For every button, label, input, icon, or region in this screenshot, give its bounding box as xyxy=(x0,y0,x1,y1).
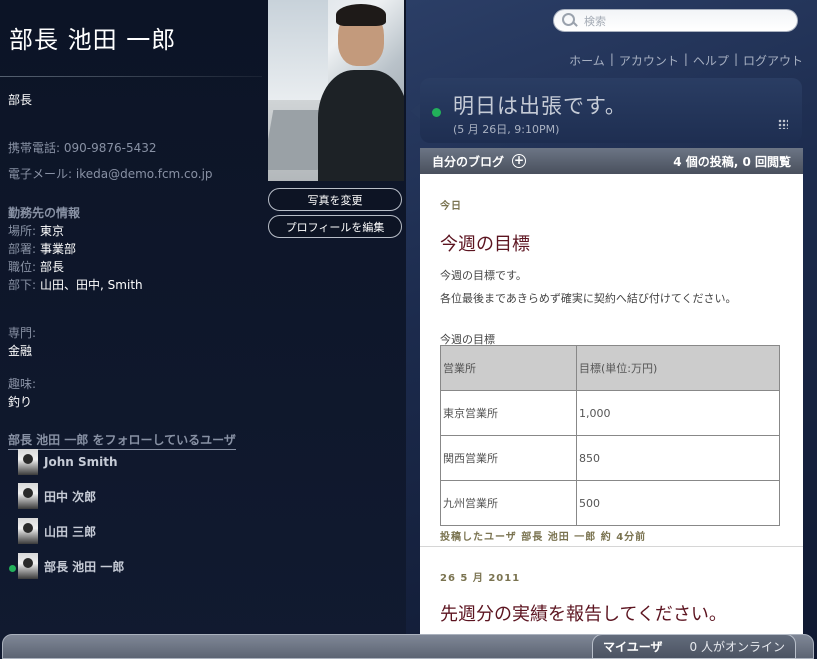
work-subordinates-value: 山田、田中, Smith xyxy=(40,278,143,292)
profile-photo xyxy=(268,0,404,181)
table-cell: 東京営業所 xyxy=(440,390,577,436)
table-cell: 850 xyxy=(576,435,780,481)
specialty-label: 専門: xyxy=(8,326,37,340)
my-users-tab[interactable]: マイユーザ 0 人がオンライン xyxy=(592,634,796,659)
hobby-label: 趣味: xyxy=(8,377,37,391)
post-title[interactable]: 今週の目標 xyxy=(440,230,530,256)
work-location-value: 東京 xyxy=(40,224,65,238)
work-subordinates: 部下: 山田、田中, Smith xyxy=(8,276,143,293)
online-status-icon xyxy=(9,565,16,572)
online-count: 0 人がオンライン xyxy=(689,640,785,654)
edit-profile-button[interactable]: プロフィールを編集 xyxy=(268,215,402,238)
post-text-line: 各位最後まであきらめず確実に契約へ結び付けてください。 xyxy=(440,292,737,305)
blog-title-group: 自分のブログ + xyxy=(432,153,527,170)
table-cell: 500 xyxy=(576,480,780,526)
resize-grip-icon[interactable] xyxy=(778,119,788,129)
specialty-value: 金融 xyxy=(8,344,33,358)
nav-help-link[interactable]: ヘルプ xyxy=(693,52,729,69)
my-users-label[interactable]: マイユーザ xyxy=(603,638,663,655)
post-date: 今日 xyxy=(440,201,462,212)
table-header-cell: 目標(単位:万円) xyxy=(576,345,780,391)
follower-name[interactable]: 部長 池田 一郎 xyxy=(44,558,124,575)
mobile-label: 携帯電話: xyxy=(8,141,61,155)
search-icon xyxy=(562,12,578,29)
follower-name[interactable]: 山田 三郎 xyxy=(44,523,96,540)
mobile-value: 090-9876-5432 xyxy=(63,141,157,155)
post-date: 26 5 月 2011 xyxy=(440,573,521,584)
follower-name[interactable]: John Smith xyxy=(44,455,118,469)
status-time: (5 月 26日, 9:10PM) xyxy=(453,123,560,136)
photo-person-hair xyxy=(336,4,386,26)
divider xyxy=(420,546,803,547)
goal-table: 営業所 目標(単位:万円) 東京営業所 1,000 関西営業所 850 九州営業… xyxy=(440,345,780,526)
follower-item[interactable]: John Smith xyxy=(18,449,118,475)
follower-name[interactable]: 田中 次郎 xyxy=(44,488,96,505)
change-photo-button[interactable]: 写真を変更 xyxy=(268,188,402,211)
avatar[interactable] xyxy=(18,518,38,544)
avatar[interactable] xyxy=(18,449,38,475)
email-label: 電子メール: xyxy=(8,167,73,181)
blog-title[interactable]: 自分のブログ xyxy=(432,153,504,170)
work-subordinates-label: 部下: xyxy=(8,278,37,292)
photo-window xyxy=(268,0,328,100)
nav-account-link[interactable]: アカウント xyxy=(619,52,679,69)
work-location-label: 場所: xyxy=(8,224,37,238)
table-row: 九州営業所 500 xyxy=(440,480,780,526)
work-location: 場所: 東京 xyxy=(8,222,64,239)
divider xyxy=(0,76,262,77)
work-section-heading: 勤務先の情報 xyxy=(8,206,81,220)
status-message[interactable]: 明日は出張です。 xyxy=(453,90,627,120)
email-value[interactable]: ikeda@demo.fcm.co.jp xyxy=(76,167,213,181)
avatar[interactable] xyxy=(18,483,38,509)
work-department-label: 部署: xyxy=(8,242,37,256)
nav-separator: | xyxy=(733,52,738,66)
work-department-value: 事業部 xyxy=(40,242,77,256)
work-position-label: 職位: xyxy=(8,260,37,274)
follower-item[interactable]: 部長 池田 一郎 xyxy=(18,553,124,579)
follower-item[interactable]: 田中 次郎 xyxy=(18,483,96,509)
followers-heading[interactable]: 部長 池田 一郎 をフォローしているユーザ xyxy=(8,431,236,450)
table-cell: 九州営業所 xyxy=(440,480,577,526)
table-header-cell: 営業所 xyxy=(440,345,577,391)
table-cell: 1,000 xyxy=(576,390,780,436)
blog-panel: 自分のブログ + 4 個の投稿, 0 回閲覧 今日 今週の目標 今週の目標です。… xyxy=(420,148,803,636)
work-department: 部署: 事業部 xyxy=(8,240,76,257)
online-status-icon xyxy=(432,108,441,117)
mobile-info: 携帯電話: 090-9876-5432 xyxy=(8,139,157,156)
table-header-row: 営業所 目標(単位:万円) xyxy=(440,345,780,391)
blog-stats: 4 個の投稿, 0 回閲覧 xyxy=(673,154,791,169)
follower-item[interactable]: 山田 三郎 xyxy=(18,518,96,544)
add-post-icon[interactable]: + xyxy=(512,154,527,168)
work-position-value: 部長 xyxy=(40,260,65,274)
top-navigation: ホーム | アカウント | ヘルプ | ログアウト xyxy=(569,52,803,69)
table-cell: 関西営業所 xyxy=(440,435,577,481)
post-text-line: 今週の目標です。 xyxy=(440,269,527,282)
profile-title: 部長 xyxy=(8,93,33,107)
nav-separator: | xyxy=(683,52,688,66)
hobby-value: 釣り xyxy=(8,395,33,409)
nav-logout-link[interactable]: ログアウト xyxy=(743,52,803,69)
work-position: 職位: 部長 xyxy=(8,258,64,275)
email-info: 電子メール: ikeda@demo.fcm.co.jp xyxy=(8,165,213,182)
search-input[interactable]: 検索 xyxy=(553,9,798,32)
nav-separator: | xyxy=(609,52,614,66)
post-byline: 投稿したユーザ 部長 池田 一郎 約 4分前 xyxy=(440,532,647,543)
table-row: 東京営業所 1,000 xyxy=(440,390,780,436)
search-placeholder: 検索 xyxy=(584,14,606,28)
nav-home-link[interactable]: ホーム xyxy=(569,52,605,69)
profile-name: 部長 池田 一郎 xyxy=(9,26,177,54)
post-title[interactable]: 先週分の実績を報告してください。 xyxy=(440,600,727,626)
table-row: 関西営業所 850 xyxy=(440,435,780,481)
photo-person-body xyxy=(318,70,404,181)
blog-header: 自分のブログ + 4 個の投稿, 0 回閲覧 xyxy=(420,148,803,174)
status-bubble[interactable]: 明日は出張です。 (5 月 26日, 9:10PM) xyxy=(410,78,802,143)
avatar[interactable] xyxy=(18,553,38,579)
